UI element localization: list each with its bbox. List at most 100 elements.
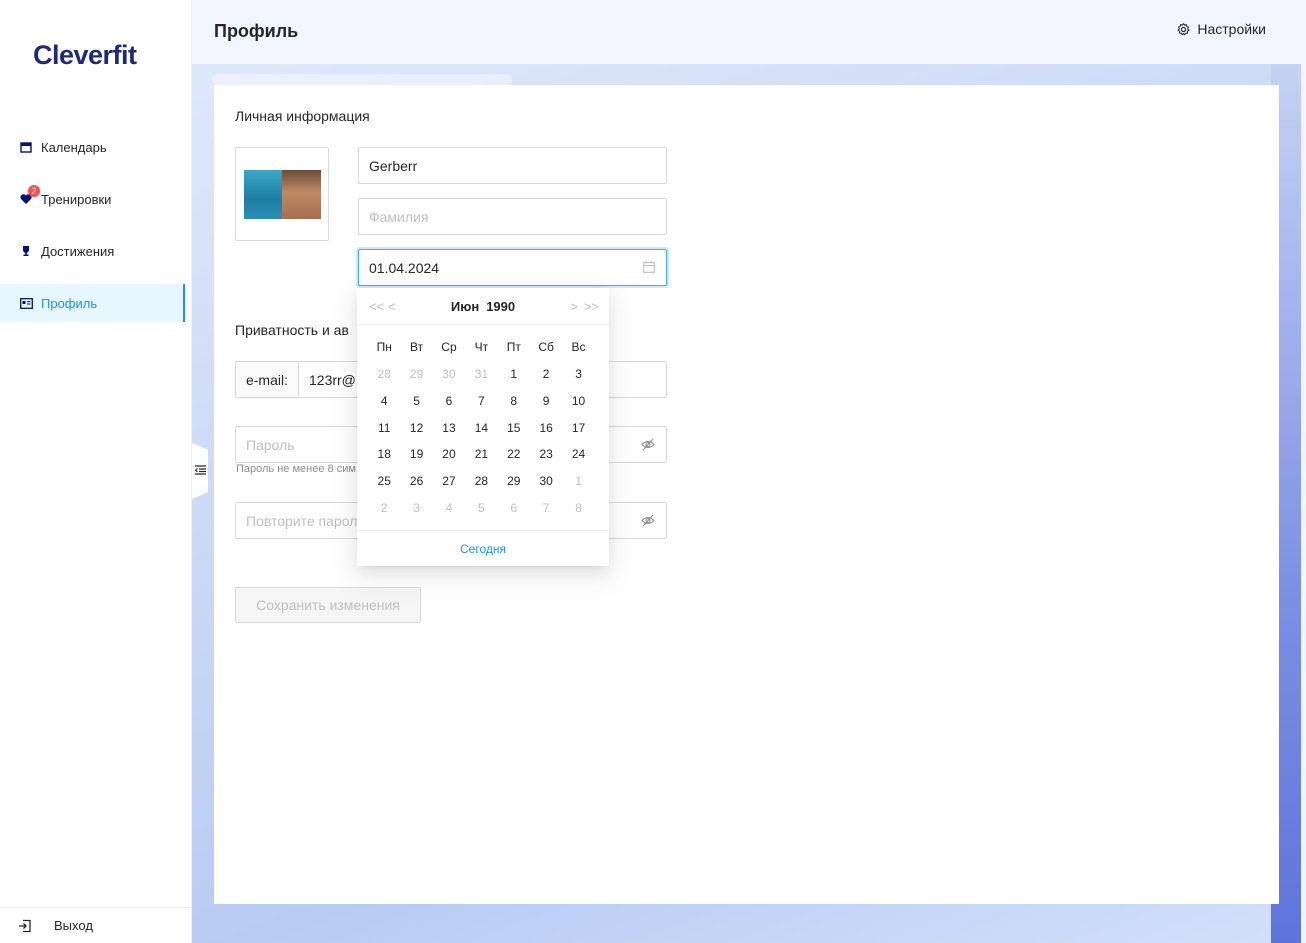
calendar-day[interactable]: 21 <box>465 441 497 468</box>
logo[interactable]: Cleverfit <box>33 40 137 71</box>
weekday-header: Вт <box>410 340 424 354</box>
page-title: Профиль <box>214 21 299 41</box>
calendar-day[interactable]: 8 <box>498 388 530 415</box>
calendar-day[interactable]: 28 <box>465 468 497 495</box>
year-select[interactable]: 1990 <box>486 299 515 314</box>
logout-label: Выход <box>54 918 93 933</box>
calendar-day[interactable]: 16 <box>530 415 562 442</box>
calendar-day[interactable]: 28 <box>368 361 400 388</box>
sidebar-item-label: Тренировки <box>41 191 112 207</box>
sidebar-item-profile[interactable]: Профиль <box>0 284 185 322</box>
calendar-day[interactable]: 18 <box>368 441 400 468</box>
calendar-icon <box>643 261 655 273</box>
calendar-day[interactable]: 7 <box>530 495 562 522</box>
super-next-icon[interactable]: >> <box>584 299 599 314</box>
calendar-day[interactable]: 13 <box>433 415 465 442</box>
calendar-day[interactable]: 25 <box>368 468 400 495</box>
calendar-day[interactable]: 10 <box>562 388 594 415</box>
calendar-day[interactable]: 12 <box>400 415 432 442</box>
calendar-day[interactable]: 5 <box>465 495 497 522</box>
logout-icon <box>18 919 32 933</box>
save-button[interactable]: Сохранить изменения <box>235 587 421 623</box>
calendar-day[interactable]: 4 <box>368 388 400 415</box>
datepicker-popup: << < Июн 1990 > >> Пн Вт Ср Чт Пт Сб Вс 28 29 30 3… <box>357 288 609 566</box>
weekday-header: Чт <box>474 340 489 354</box>
calendar-day[interactable]: 9 <box>530 388 562 415</box>
trophy-icon <box>19 244 33 258</box>
settings-button[interactable]: Настройки <box>1177 21 1266 37</box>
repeat-password-placeholder: Повторите парол <box>246 512 358 529</box>
birth-date-field[interactable]: 01.04.2024 <box>358 249 667 286</box>
calendar-day[interactable]: 19 <box>400 441 432 468</box>
calendar-day[interactable]: 29 <box>400 361 432 388</box>
logout-button[interactable]: Выход <box>0 907 192 943</box>
calendar-day[interactable]: 11 <box>368 415 400 442</box>
calendar-day[interactable]: 5 <box>400 388 432 415</box>
calendar-day[interactable]: 30 <box>433 361 465 388</box>
calendar-day[interactable]: 22 <box>498 441 530 468</box>
calendar-day[interactable]: 2 <box>530 361 562 388</box>
calendar-day[interactable]: 23 <box>530 441 562 468</box>
calendar-day[interactable]: 15 <box>498 415 530 442</box>
weekday-header: Вс <box>571 340 586 354</box>
sidebar-item-workouts[interactable]: 2 Тренировки <box>0 180 185 218</box>
calendar-day[interactable]: 1 <box>498 361 530 388</box>
privacy-title: Приватность и ав <box>235 322 349 338</box>
weekday-header: Пн <box>376 340 392 354</box>
calendar-day[interactable]: 24 <box>562 441 594 468</box>
month-select[interactable]: Июн <box>451 299 479 314</box>
calendar-day[interactable]: 27 <box>433 468 465 495</box>
calendar-icon <box>19 140 33 154</box>
prev-icon[interactable]: < <box>388 299 396 314</box>
weekday-header: Пт <box>506 340 521 354</box>
header: Профиль Настройки <box>192 0 1306 64</box>
gear-icon <box>1177 22 1190 36</box>
calendar-day[interactable]: 17 <box>562 415 594 442</box>
sidebar-item-label: Достижения <box>41 243 115 259</box>
heart-icon: 2 <box>19 185 40 206</box>
password-placeholder: Пароль <box>246 436 295 453</box>
calendar-day[interactable]: 29 <box>498 468 530 495</box>
email-addon: e-mail: <box>235 361 299 398</box>
sidebar: Cleverfit Календарь 2 Тренировки Достиже… <box>0 0 192 943</box>
menu-fold-icon <box>194 462 206 480</box>
weekday-header: Ср <box>441 340 457 354</box>
calendar-day[interactable]: 20 <box>433 441 465 468</box>
first-name-field[interactable]: Gerberr <box>358 147 667 184</box>
calendar-day[interactable]: 14 <box>465 415 497 442</box>
notification-badge: 2 <box>28 185 40 197</box>
calendar-day[interactable]: 4 <box>433 495 465 522</box>
calendar-day[interactable]: 3 <box>562 361 594 388</box>
super-prev-icon[interactable]: << <box>369 299 384 314</box>
sidebar-item-label: Календарь <box>41 139 107 155</box>
today-button[interactable]: Сегодня <box>357 530 609 566</box>
eye-invisible-icon[interactable] <box>641 438 655 451</box>
profile-card-icon <box>19 296 33 310</box>
calendar-day[interactable]: 1 <box>562 468 594 495</box>
personal-info-title: Личная информация <box>235 108 370 124</box>
settings-label: Настройки <box>1197 21 1266 37</box>
calendar-grid: Пн Вт Ср Чт Пт Сб Вс 28 29 30 31 1 2 3 4 5 6 7 8 9 10 11 12 13 1… <box>368 333 599 522</box>
calendar-day[interactable]: 6 <box>498 495 530 522</box>
calendar-day[interactable]: 3 <box>400 495 432 522</box>
weekday-header: Сб <box>538 340 554 354</box>
sidebar-item-label: Профиль <box>41 295 98 311</box>
eye-invisible-icon[interactable] <box>641 514 655 527</box>
password-hint: Пароль не менее 8 сим <box>236 463 356 475</box>
calendar-day[interactable]: 30 <box>530 468 562 495</box>
next-icon[interactable]: > <box>570 299 578 314</box>
birth-date-value: 01.04.2024 <box>369 259 440 276</box>
sidebar-toggle-button[interactable] <box>192 443 208 499</box>
calendar-day[interactable]: 26 <box>400 468 432 495</box>
sidebar-item-achievements[interactable]: Достижения <box>0 232 185 270</box>
datepicker-header: << < Июн 1990 > >> <box>357 288 609 325</box>
last-name-field[interactable]: Фамилия <box>358 198 667 235</box>
calendar-day[interactable]: 8 <box>562 495 594 522</box>
calendar-day[interactable]: 7 <box>465 388 497 415</box>
calendar-day[interactable]: 31 <box>465 361 497 388</box>
avatar <box>243 169 321 219</box>
sidebar-item-calendar[interactable]: Календарь <box>0 128 185 166</box>
avatar-upload[interactable] <box>235 147 329 241</box>
calendar-day[interactable]: 6 <box>433 388 465 415</box>
calendar-day[interactable]: 2 <box>368 495 400 522</box>
